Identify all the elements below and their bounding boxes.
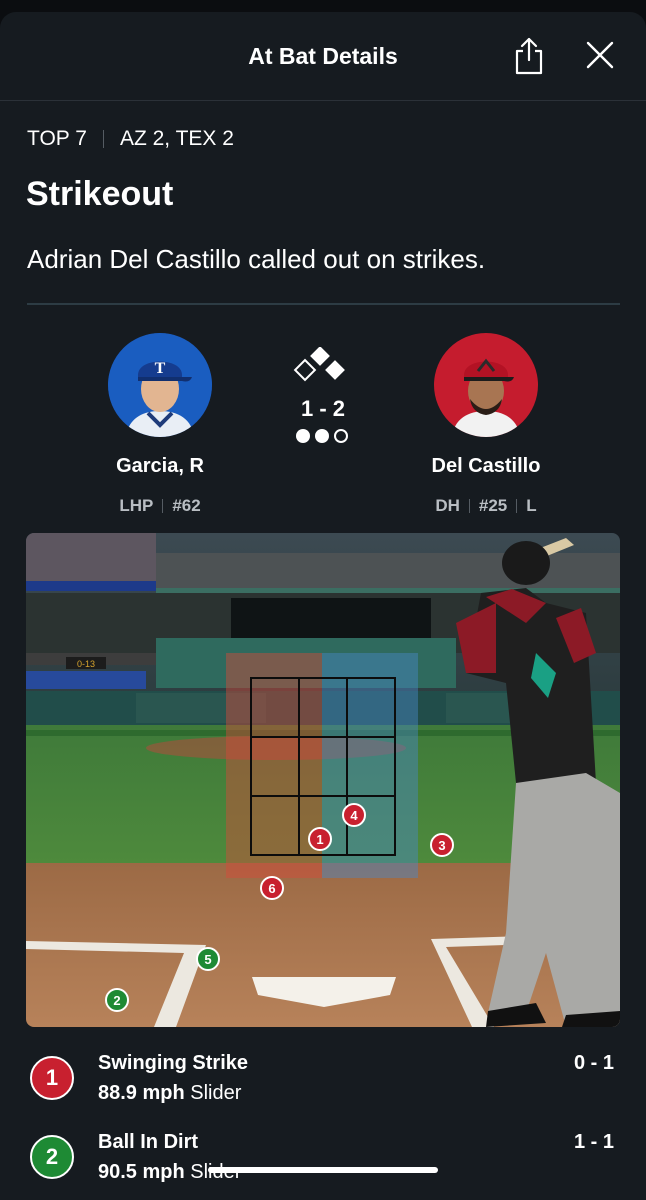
batter-card[interactable]: Del Castillo DH #25 L — [416, 333, 556, 516]
svg-text:5: 5 — [204, 952, 211, 967]
svg-text:3: 3 — [438, 838, 445, 853]
separator — [102, 130, 104, 148]
ball-strike-count: 1 - 2 — [300, 396, 346, 421]
count-panel: 1 - 2 — [278, 346, 368, 451]
pitcher-name: Garcia, R — [116, 455, 204, 477]
pitcher-position: LHP — [119, 496, 154, 515]
play-description: Adrian Del Castillo called out on strike… — [27, 244, 486, 274]
pitch-result: Ball In Dirt — [98, 1131, 199, 1153]
bases-icon — [293, 346, 345, 382]
pitch-marker-5[interactable]: 5 — [196, 947, 220, 971]
pitch-result: Swinging Strike — [98, 1052, 249, 1074]
batter-avatar — [434, 333, 538, 437]
pitch-marker-3[interactable]: 3 — [430, 833, 454, 857]
pitch-speed: 90.5 mph — [98, 1161, 185, 1183]
close-icon — [586, 41, 614, 69]
svg-text:6: 6 — [268, 881, 275, 896]
pitch-marker-4[interactable]: 4 — [342, 803, 366, 827]
batter-bats: L — [526, 496, 537, 515]
pitch-count: 0 - 1 — [573, 1052, 614, 1074]
pitch-marker-6[interactable]: 6 — [260, 876, 284, 900]
play-result: Strikeout — [26, 175, 174, 213]
outs-indicator — [296, 429, 348, 443]
pitcher-avatar: T — [108, 333, 212, 437]
batter-meta: DH #25 L — [416, 496, 556, 516]
pitch-type: Slider — [190, 1082, 242, 1104]
divider — [27, 303, 620, 305]
close-button[interactable] — [584, 39, 616, 71]
pitch-row[interactable]: 2 Ball In Dirt 90.5 mph Slider 1 - 1 — [0, 1131, 646, 1200]
batter-position: DH — [435, 496, 460, 515]
svg-text:4: 4 — [350, 808, 358, 823]
svg-text:0-13: 0-13 — [77, 659, 95, 669]
share-button[interactable] — [512, 36, 546, 76]
pitch-row[interactable]: 1 Swinging Strike 88.9 mph Slider 0 - 1 — [0, 1052, 646, 1132]
inning-label: TOP 7 — [27, 127, 87, 150]
pitch-speed-type: 88.9 mph Slider — [98, 1082, 241, 1105]
svg-text:2: 2 — [113, 993, 120, 1008]
batter-name: Del Castillo — [431, 455, 541, 477]
batter-number: #25 — [478, 496, 508, 515]
at-bat-sheet: At Bat Details TOP 7 AZ 2, TEX 2 Strikeo… — [0, 12, 646, 1200]
pitch-marker-1[interactable]: 1 — [308, 827, 332, 851]
header-bar: At Bat Details — [0, 12, 646, 101]
svg-text:T: T — [155, 360, 166, 377]
pitch-count: 1 - 1 — [573, 1131, 614, 1153]
pitcher-number: #62 — [172, 496, 201, 515]
pitch-marker-2[interactable]: 2 — [105, 988, 129, 1012]
share-icon — [515, 37, 543, 75]
home-indicator[interactable] — [208, 1167, 438, 1173]
svg-text:1: 1 — [316, 832, 323, 847]
pitch-speed: 88.9 mph — [98, 1082, 185, 1104]
pitcher-meta: LHP #62 — [90, 496, 230, 516]
pitch-number-badge: 1 — [30, 1056, 74, 1100]
score-label: AZ 2, TEX 2 — [119, 127, 234, 150]
page-title: At Bat Details — [248, 43, 398, 69]
pitch-location-view[interactable]: 0-13 1 2 3 4 5 6 — [26, 533, 620, 1027]
pitcher-card[interactable]: T Garcia, R LHP #62 — [90, 333, 230, 516]
game-status: TOP 7 AZ 2, TEX 2 — [27, 127, 234, 151]
pitch-number-badge: 2 — [30, 1135, 74, 1179]
